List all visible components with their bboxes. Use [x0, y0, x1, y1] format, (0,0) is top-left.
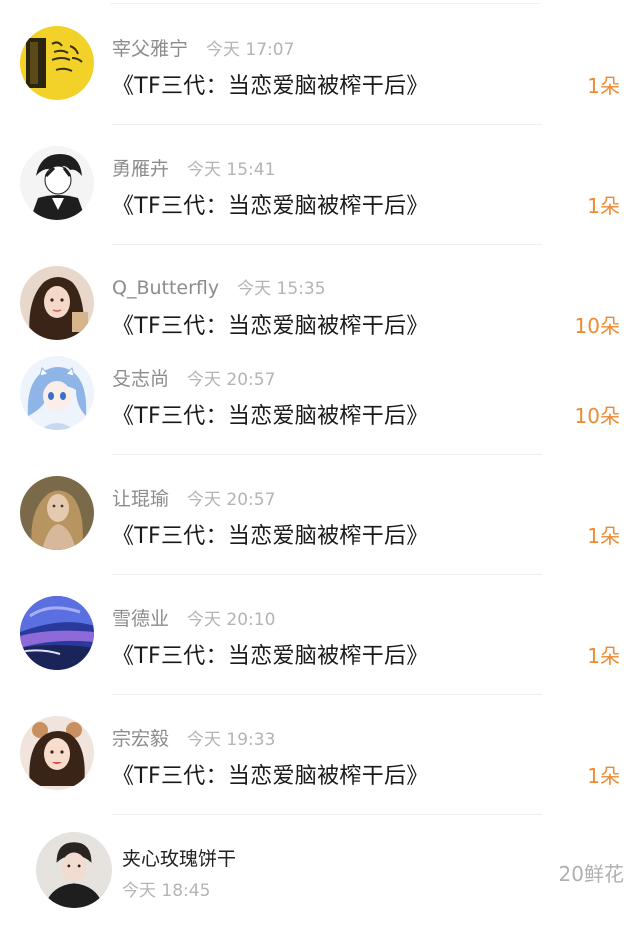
- divider: [112, 814, 542, 815]
- flower-count: 1朵: [587, 644, 620, 668]
- flower-count: 10朵: [574, 404, 620, 428]
- girl-with-bear-ears-avatar-icon[interactable]: [20, 716, 94, 790]
- divider: [112, 244, 542, 245]
- user-name[interactable]: 勇雁卉: [112, 154, 169, 181]
- yellow-handwriting-avatar-icon[interactable]: [20, 26, 94, 100]
- timestamp: 今天 20:57: [187, 370, 276, 390]
- timestamp: 今天 20:10: [187, 610, 276, 630]
- divider: [112, 574, 542, 575]
- user-name[interactable]: 雪德业: [112, 604, 169, 631]
- flower-count: 1朵: [587, 74, 620, 98]
- book-title[interactable]: 《TF三代：当恋爱脑被榨干后》: [112, 68, 429, 100]
- divider: [112, 694, 542, 695]
- book-title[interactable]: 《TF三代：当恋爱脑被榨干后》: [112, 638, 429, 670]
- user-name[interactable]: 让琨瑜: [112, 484, 169, 511]
- boy-portrait-avatar-icon[interactable]: [36, 832, 112, 908]
- user-name[interactable]: 宗宏毅: [112, 724, 169, 751]
- timestamp: 今天 18:45: [122, 881, 211, 901]
- divider: [110, 3, 540, 4]
- timestamp: 今天 15:35: [237, 279, 326, 299]
- girl-portrait-avatar-icon[interactable]: [20, 266, 94, 340]
- book-title[interactable]: 《TF三代：当恋爱脑被榨干后》: [112, 188, 429, 220]
- divider: [112, 454, 542, 455]
- timestamp: 今天 17:07: [206, 40, 295, 60]
- user-name[interactable]: 殳志尚: [112, 364, 169, 391]
- timestamp: 今天 20:57: [187, 490, 276, 510]
- timestamp: 今天 15:41: [187, 160, 276, 180]
- anime-girl-avatar-icon[interactable]: [20, 356, 94, 430]
- book-title[interactable]: 《TF三代：当恋爱脑被榨干后》: [112, 758, 429, 790]
- night-sky-avatar-icon[interactable]: [20, 596, 94, 670]
- user-name[interactable]: 宰父雅宁: [112, 34, 188, 61]
- flower-count: 1朵: [587, 524, 620, 548]
- flower-count: 20鲜花: [558, 862, 624, 886]
- book-title[interactable]: 《TF三代：当恋爱脑被榨干后》: [112, 308, 429, 340]
- divider: [112, 124, 542, 125]
- book-title[interactable]: 《TF三代：当恋爱脑被榨干后》: [112, 518, 429, 550]
- flower-count: 1朵: [587, 194, 620, 218]
- user-name[interactable]: Q_Butterfly: [112, 277, 219, 299]
- anime-boy-avatar-icon[interactable]: [20, 146, 94, 220]
- flower-count: 1朵: [587, 764, 620, 788]
- woman-portrait-avatar-icon[interactable]: [20, 476, 94, 550]
- timestamp: 今天 19:33: [187, 730, 276, 750]
- book-title[interactable]: 《TF三代：当恋爱脑被榨干后》: [112, 398, 429, 430]
- user-name[interactable]: 夹心玫瑰饼干: [122, 844, 236, 871]
- flower-count: 10朵: [574, 314, 620, 338]
